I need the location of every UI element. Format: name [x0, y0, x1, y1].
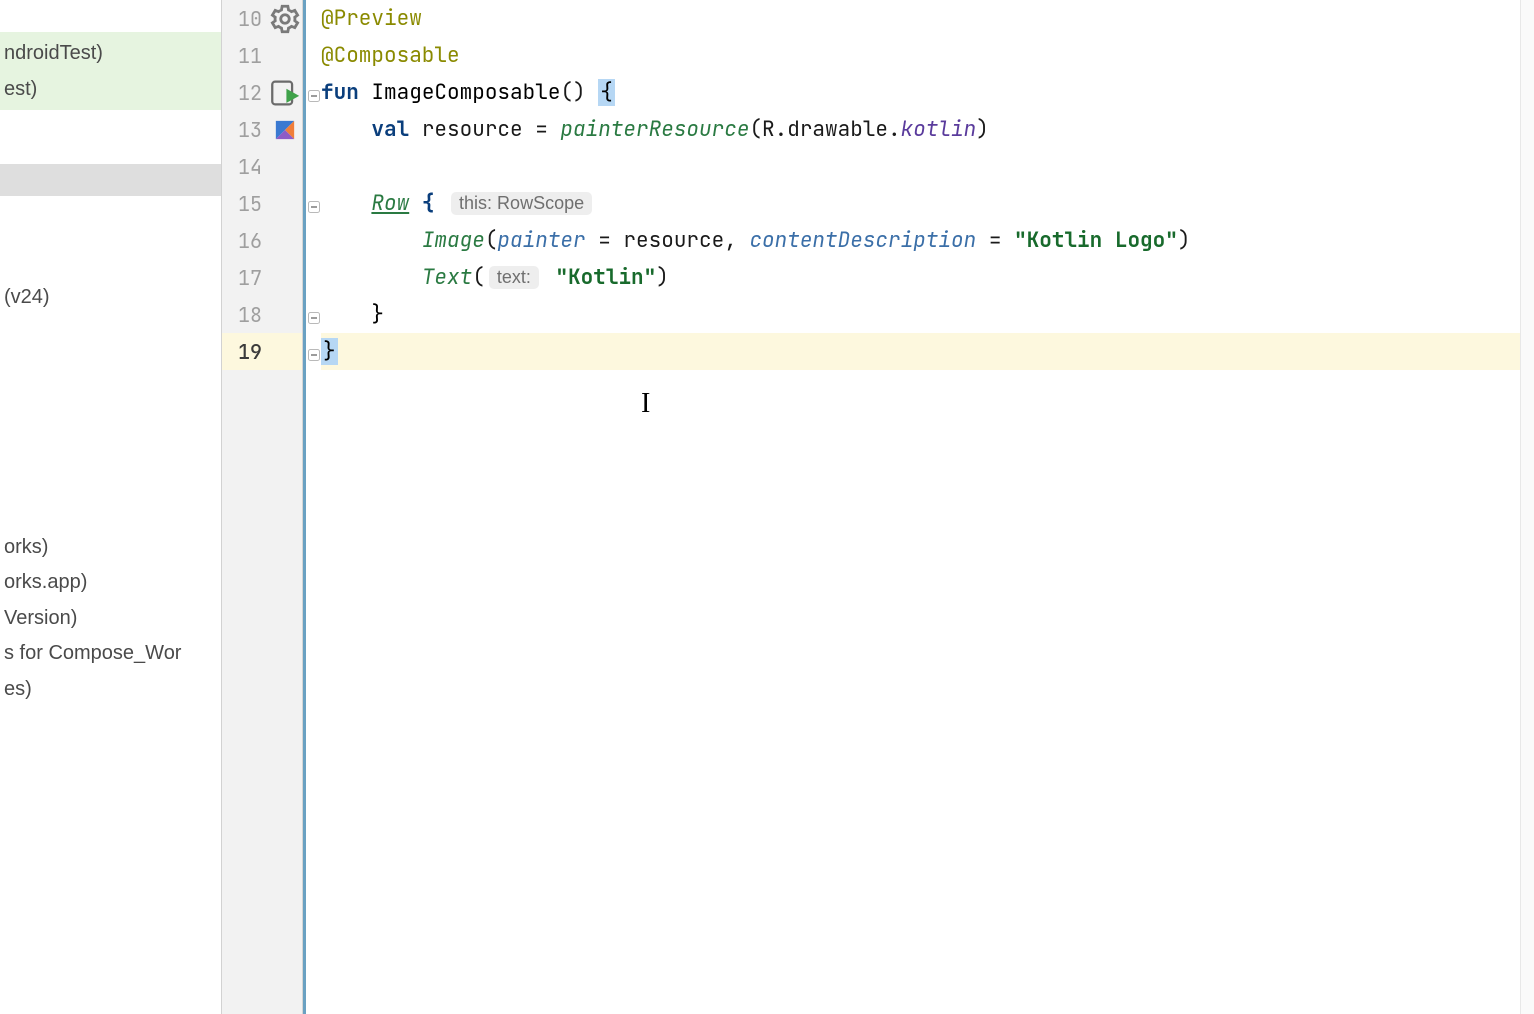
code-token: ) [656, 264, 669, 291]
code-token: ( [472, 264, 485, 291]
code-token: Text [422, 264, 472, 291]
code-token: "Kotlin" [555, 264, 656, 291]
parameter-hint: this: RowScope [451, 192, 592, 215]
line-number: 16 [222, 228, 268, 254]
gutter-row[interactable]: 19 [222, 333, 302, 370]
code-line[interactable]: @Composable [321, 37, 1520, 74]
code-line[interactable]: @Preview [321, 0, 1520, 37]
gutter-row[interactable]: 13 [222, 111, 302, 148]
code-token: painter [497, 227, 585, 254]
gutter-row[interactable]: 14 [222, 148, 302, 185]
code-token: kotlin [901, 116, 977, 143]
code-line[interactable] [321, 148, 1520, 185]
code-token: "Kotlin Logo" [1014, 227, 1178, 254]
gutter-row[interactable]: 15 [222, 185, 302, 222]
code-token: contentDescription [749, 227, 976, 254]
code-token: ImageComposable [371, 79, 560, 106]
code-token: } [371, 301, 384, 328]
code-token [359, 79, 372, 106]
line-number: 18 [222, 302, 268, 328]
text-caret-icon: I [641, 388, 650, 420]
code-token: ( [749, 116, 762, 143]
gutter-row[interactable]: 18 [222, 296, 302, 333]
code-token [543, 264, 556, 291]
code-token: = resource, [586, 227, 750, 254]
line-number: 10 [222, 6, 268, 32]
code-line[interactable]: val resource = painterResource(R.drawabl… [321, 111, 1520, 148]
code-token: { [598, 79, 615, 106]
run-icon[interactable] [268, 76, 302, 110]
code-token: fun [321, 79, 359, 106]
code-token: } [321, 338, 338, 365]
line-number: 12 [222, 80, 268, 106]
code-token: Row [371, 190, 409, 217]
fold-toggle-icon[interactable] [308, 197, 320, 209]
code-token [409, 190, 422, 217]
line-number: 17 [222, 265, 268, 291]
project-tree-item[interactable]: (v24) [0, 276, 221, 318]
code-line[interactable]: } [321, 296, 1520, 333]
code-line[interactable]: fun ImageComposable() { [321, 74, 1520, 111]
code-token: @Preview [321, 5, 422, 32]
code-token: painterResource [560, 116, 749, 143]
project-tree-item[interactable]: est) [0, 68, 221, 110]
code-editor: 10 11 12 13 14 15 16 17 18 19 @Preview @Composable… [222, 0, 1534, 1014]
code-token: ( [485, 227, 498, 254]
code-line[interactable]: Image(painter = resource, contentDescrip… [321, 222, 1520, 259]
fold-strip[interactable] [303, 0, 321, 1014]
code-token: = [976, 227, 1014, 254]
gutter-row[interactable]: 17 [222, 259, 302, 296]
code-token: { [422, 190, 435, 217]
code-token: resource = [409, 116, 560, 143]
line-number: 19 [222, 339, 268, 365]
scrollbar[interactable] [1520, 0, 1534, 1014]
gutter-row[interactable]: 12 [222, 74, 302, 111]
project-panel[interactable]: ndroidTest)est)(v24)orks)orks.app) Versi… [0, 0, 222, 1014]
code-line[interactable]: } [321, 333, 1520, 370]
line-number: 15 [222, 191, 268, 217]
code-token: val [371, 116, 409, 143]
line-number: 13 [222, 117, 268, 143]
line-number: 14 [222, 154, 268, 180]
ide-root: ndroidTest)est)(v24)orks)orks.app) Versi… [0, 0, 1534, 1014]
line-number: 11 [222, 43, 268, 69]
fold-toggle-icon[interactable] [308, 86, 320, 98]
gutter-row[interactable]: 16 [222, 222, 302, 259]
code-token: ) [976, 116, 989, 143]
code-area[interactable]: @Preview@Composablefun ImageComposable()… [321, 0, 1520, 1014]
kotlin-icon[interactable] [268, 119, 302, 141]
gutter-row[interactable]: 11 [222, 37, 302, 74]
gutter-row[interactable]: 10 [222, 0, 302, 37]
gear-icon[interactable] [268, 2, 302, 36]
code-token: @Composable [321, 42, 460, 69]
code-token: R.drawable. [762, 116, 901, 143]
code-line[interactable]: Text(text: "Kotlin") [321, 259, 1520, 296]
project-tree-item[interactable]: es) [0, 668, 221, 710]
parameter-hint: text: [489, 266, 539, 289]
code-token: ) [1178, 227, 1191, 254]
code-token [434, 190, 447, 217]
code-token: () [560, 79, 598, 106]
project-tree-item[interactable] [0, 164, 221, 196]
fold-toggle-icon[interactable] [308, 308, 320, 320]
code-token: Image [422, 227, 485, 254]
code-line[interactable]: Row { this: RowScope [321, 185, 1520, 222]
fold-toggle-icon[interactable] [308, 345, 320, 357]
editor-gutter[interactable]: 10 11 12 13 14 15 16 17 18 19 [222, 0, 303, 1014]
